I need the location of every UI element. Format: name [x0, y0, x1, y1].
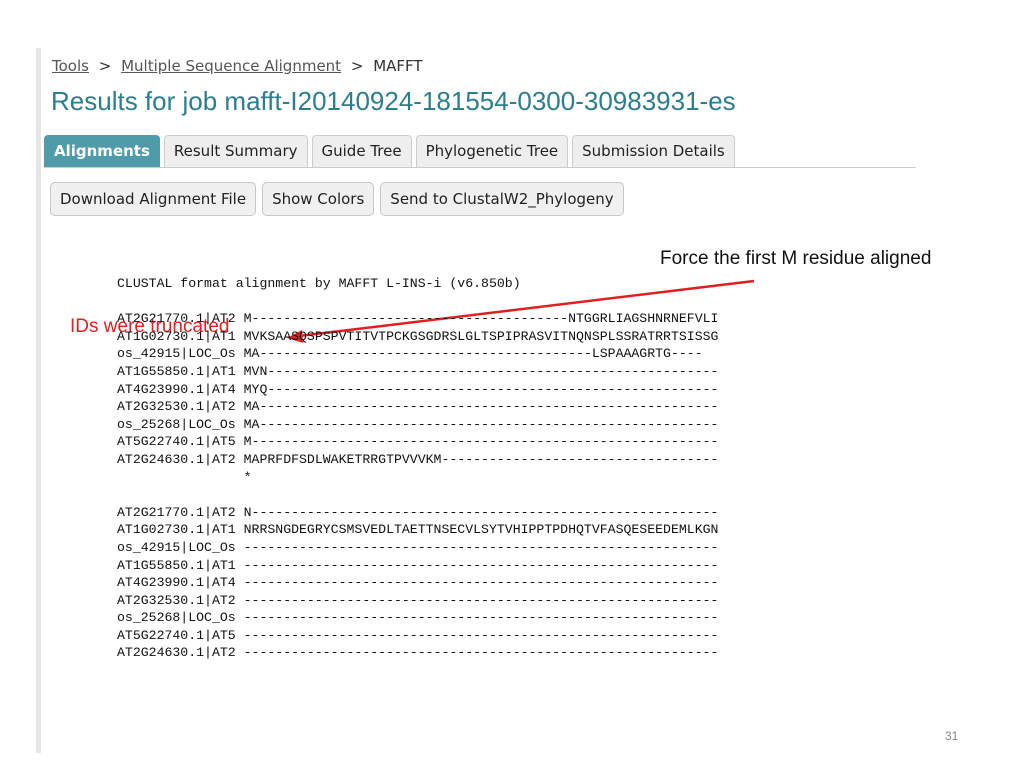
tab-phylogenetic-tree[interactable]: Phylogenetic Tree: [415, 135, 569, 167]
alignment-row: AT2G24630.1|AT2 ------------------------…: [117, 645, 719, 661]
alignment-row: AT2G32530.1|AT2 ------------------------…: [117, 592, 719, 608]
alignment-output: CLUSTAL format alignment by MAFFT L-INS-…: [117, 275, 718, 662]
breadcrumb-separator: >: [350, 57, 364, 75]
tab-guide-tree[interactable]: Guide Tree: [311, 135, 412, 167]
alignment-block-1: AT2G21770.1|AT2 M-----------------------…: [117, 310, 718, 486]
alignment-row: AT1G02730.1|AT1 NRRSNGDEGRYCSMSVEDLTAETT…: [117, 522, 719, 538]
force-note-annotation: Force the first M residue aligned: [660, 248, 932, 269]
send-to-clustalw2-button[interactable]: Send to ClustalW2_Phylogeny: [380, 182, 624, 216]
action-buttons: Download Alignment File Show Colors Send…: [50, 182, 630, 216]
alignment-block-2: AT2G21770.1|AT2 N-----------------------…: [117, 504, 718, 662]
alignment-row: AT4G23990.1|AT4 MYQ---------------------…: [117, 381, 719, 397]
alignment-row: os_25268|LOC_Os MA----------------------…: [117, 416, 719, 432]
alignment-row: AT2G21770.1|AT2 M-----------------------…: [117, 311, 719, 327]
breadcrumb-separator: >: [98, 57, 112, 75]
alignment-row: os_42915|LOC_Os MA----------------------…: [117, 346, 703, 362]
alignment-row: AT1G55850.1|AT1 MVN---------------------…: [117, 363, 719, 379]
alignment-row: AT5G22740.1|AT5 ------------------------…: [117, 627, 719, 643]
breadcrumb: Tools > Multiple Sequence Alignment > MA…: [52, 57, 423, 75]
alignment-row: AT5G22740.1|AT5 M-----------------------…: [117, 434, 719, 450]
alignment-row: AT2G24630.1|AT2 MAPRFDFSDLWAKETRRGTPVVVK…: [117, 451, 719, 467]
alignment-row: os_42915|LOC_Os ------------------------…: [117, 539, 719, 555]
tab-result-summary[interactable]: Result Summary: [163, 135, 308, 167]
breadcrumb-link-msa[interactable]: Multiple Sequence Alignment: [121, 57, 341, 75]
alignment-row: os_25268|LOC_Os ------------------------…: [117, 610, 719, 626]
alignment-header: CLUSTAL format alignment by MAFFT L-INS-…: [117, 276, 521, 291]
result-tabs: Alignments Result Summary Guide Tree Phy…: [44, 131, 916, 168]
alignment-row: AT4G23990.1|AT4 ------------------------…: [117, 575, 719, 591]
conservation-row: *: [117, 469, 252, 485]
alignment-row: AT1G02730.1|AT1 MVKSAASQSPSPVTITVTPCKGSG…: [117, 328, 719, 344]
breadcrumb-link-tools[interactable]: Tools: [52, 57, 89, 75]
alignment-row: AT1G55850.1|AT1 ------------------------…: [117, 557, 719, 573]
left-border-bar: [36, 48, 41, 753]
tab-submission-details[interactable]: Submission Details: [572, 135, 735, 167]
breadcrumb-current-mafft: MAFFT: [373, 57, 423, 75]
page-title: Results for job mafft-I20140924-181554-0…: [51, 86, 736, 116]
download-alignment-button[interactable]: Download Alignment File: [50, 182, 257, 216]
tab-alignments[interactable]: Alignments: [44, 135, 160, 167]
alignment-row: AT2G21770.1|AT2 N-----------------------…: [117, 504, 719, 520]
alignment-row: AT2G32530.1|AT2 MA----------------------…: [117, 399, 719, 415]
slide-number: 31: [945, 729, 959, 743]
show-colors-button[interactable]: Show Colors: [262, 182, 375, 216]
